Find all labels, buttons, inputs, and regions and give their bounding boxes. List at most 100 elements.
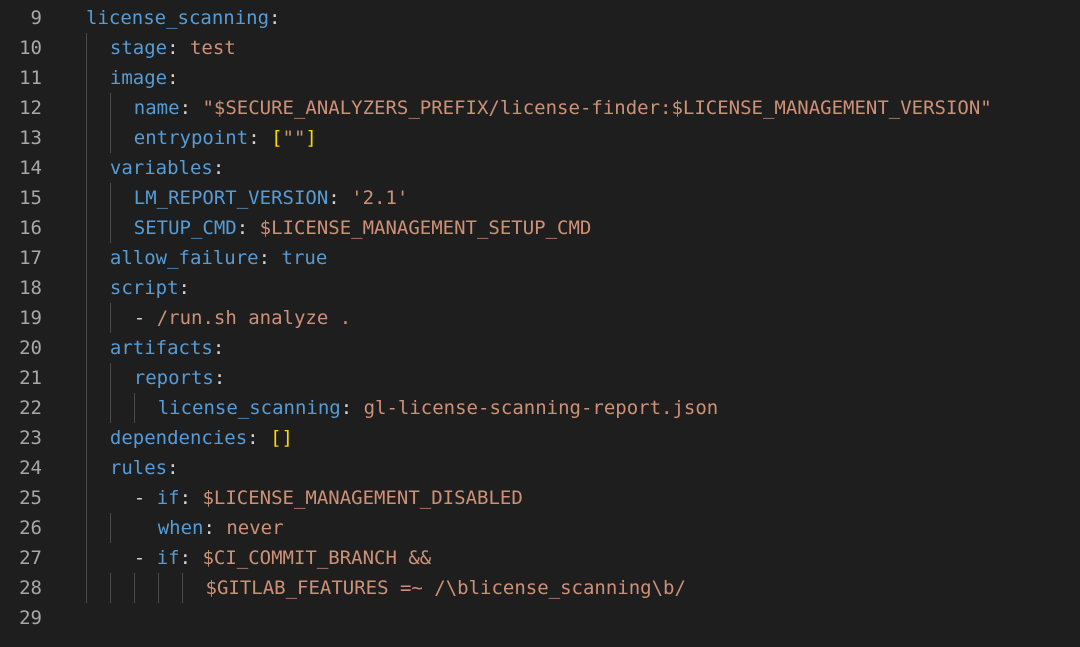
indent-guide xyxy=(86,63,87,93)
code-token: : xyxy=(167,67,179,89)
line-number: 13 xyxy=(19,127,42,149)
code-line[interactable]: 23 dependencies: [] xyxy=(0,423,1080,453)
code-line[interactable]: 17 allow_failure: true xyxy=(0,243,1080,273)
code-token: test xyxy=(189,37,236,59)
code-token: : xyxy=(178,277,190,299)
code-line[interactable]: 15 LM_REPORT_VERSION: '2.1' xyxy=(0,183,1080,213)
code-line[interactable]: 21 reports: xyxy=(0,363,1080,393)
code-token: - xyxy=(133,307,157,329)
indent-guide xyxy=(86,243,87,273)
code-text: variables: xyxy=(110,153,224,183)
indent-guide xyxy=(86,513,87,543)
code-token: /run.sh analyze . xyxy=(156,307,352,329)
code-text: - if: $LICENSE_MANAGEMENT_DISABLED xyxy=(134,483,523,513)
code-token: if xyxy=(156,547,180,569)
code-token: entrypoint xyxy=(133,127,249,149)
code-text: allow_failure: true xyxy=(110,243,327,273)
code-text: image: xyxy=(110,63,179,93)
line-number: 28 xyxy=(19,577,42,599)
line-number: 20 xyxy=(19,337,42,359)
line-number: 21 xyxy=(19,367,42,389)
code-text: license_scanning: gl-license-scanning-re… xyxy=(158,393,719,423)
line-number: 15 xyxy=(19,187,42,209)
line-number: 16 xyxy=(19,217,42,239)
code-line[interactable]: 14 variables: xyxy=(0,153,1080,183)
indent-guide xyxy=(181,573,183,603)
code-token: $GITLAB_FEATURES =~ /\blicense_scanning\… xyxy=(205,577,686,599)
indent-guide xyxy=(86,303,87,333)
code-line[interactable]: 10 stage: test xyxy=(0,33,1080,63)
code-token: "$SECURE_ANALYZERS_PREFIX/license-finder… xyxy=(202,97,992,119)
code-token: SETUP_CMD xyxy=(133,217,237,239)
indent-guide xyxy=(109,573,111,603)
code-token: license_scanning xyxy=(157,397,341,419)
code-token: : xyxy=(179,547,203,569)
indent-guide xyxy=(109,303,111,333)
line-number: 29 xyxy=(19,607,42,629)
indent-guide xyxy=(109,393,111,423)
indent-guide xyxy=(109,213,111,243)
code-line[interactable]: 16 SETUP_CMD: $LICENSE_MANAGEMENT_SETUP_C… xyxy=(0,213,1080,243)
code-token: true xyxy=(281,247,328,269)
indent-guide xyxy=(86,273,87,303)
code-token: [] xyxy=(270,427,293,449)
code-text: $GITLAB_FEATURES =~ /\blicense_scanning\… xyxy=(206,573,686,603)
line-number: 10 xyxy=(19,37,42,59)
code-editor[interactable]: 9 license_scanning: 10 stage: test 11 image: 1… xyxy=(0,0,1080,647)
indent-guide xyxy=(86,153,87,183)
code-line[interactable]: 29 xyxy=(0,603,1080,633)
line-number: 23 xyxy=(19,427,42,449)
indent-guide xyxy=(86,213,87,243)
code-text: stage: test xyxy=(110,33,236,63)
code-line[interactable]: 20 artifacts: xyxy=(0,333,1080,363)
code-line[interactable]: 19 - /run.sh analyze . xyxy=(0,303,1080,333)
indent-guide xyxy=(109,183,111,213)
line-number: 11 xyxy=(19,67,42,89)
code-line[interactable]: 27 - if: $CI_COMMIT_BRANCH && xyxy=(0,543,1080,573)
line-number: 17 xyxy=(19,247,42,269)
code-token: : xyxy=(212,157,225,179)
indent-guide xyxy=(86,453,87,483)
code-line[interactable]: 9 license_scanning: xyxy=(0,3,1080,33)
indent-guide xyxy=(86,543,87,573)
line-number: 27 xyxy=(19,547,42,569)
indent-guide xyxy=(133,393,135,423)
code-line[interactable]: 12 name: "$SECURE_ANALYZERS_PREFIX/licens… xyxy=(0,93,1080,123)
code-line[interactable]: 28 $GITLAB_FEATURES =~ /\blicense_scannin… xyxy=(0,573,1080,603)
indent-guide xyxy=(86,423,87,453)
code-token: when xyxy=(157,517,204,539)
code-text: entrypoint: [""] xyxy=(134,123,317,153)
code-token: $LICENSE_MANAGEMENT_DISABLED xyxy=(202,487,523,509)
code-line[interactable]: 18 script: xyxy=(0,273,1080,303)
indent-guide xyxy=(86,33,87,63)
code-text: name: "$SECURE_ANALYZERS_PREFIX/license-… xyxy=(134,93,992,123)
indent-guide xyxy=(86,363,87,393)
code-token: "" xyxy=(282,127,306,149)
code-text: SETUP_CMD: $LICENSE_MANAGEMENT_SETUP_CMD xyxy=(134,213,592,243)
code-text: artifacts: xyxy=(110,333,224,363)
code-line[interactable]: 26 when: never xyxy=(0,513,1080,543)
code-token: script xyxy=(109,277,179,299)
code-token: name xyxy=(133,97,180,119)
code-token: '2.1' xyxy=(351,187,409,209)
code-token: $LICENSE_MANAGEMENT_SETUP_CMD xyxy=(259,217,592,239)
code-text: dependencies: [] xyxy=(110,423,293,453)
code-token: gl-license-scanning-report.json xyxy=(363,397,719,419)
code-line[interactable]: 11 image: xyxy=(0,63,1080,93)
code-token: artifacts xyxy=(109,337,213,359)
code-token: image xyxy=(109,67,168,89)
code-line[interactable]: 25 - if: $LICENSE_MANAGEMENT_DISABLED xyxy=(0,483,1080,513)
indent-guide xyxy=(86,183,87,213)
code-text: reports: xyxy=(134,363,226,393)
indent-guide xyxy=(86,483,87,513)
indent-guide xyxy=(109,513,111,543)
code-token: ] xyxy=(305,127,317,149)
code-line[interactable]: 13 entrypoint: [""] xyxy=(0,123,1080,153)
code-line[interactable]: 22 license_scanning: gl-license-scanning-… xyxy=(0,393,1080,423)
code-text: rules: xyxy=(110,453,179,483)
code-line[interactable]: 24 rules: xyxy=(0,453,1080,483)
indent-guide xyxy=(86,573,87,603)
code-token: variables xyxy=(109,157,213,179)
code-token: reports xyxy=(133,367,214,389)
indent-guide xyxy=(109,363,111,393)
